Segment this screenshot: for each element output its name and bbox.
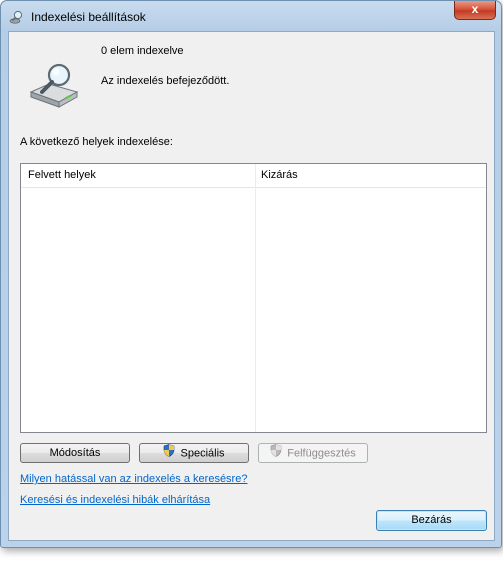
close-button-label: Bezárás <box>411 514 452 526</box>
uac-shield-icon <box>270 444 282 463</box>
indexing-drive-icon <box>27 62 81 110</box>
column-header-included-locations[interactable]: Felvett helyek <box>28 169 96 181</box>
close-icon: x <box>471 2 479 16</box>
column-divider <box>255 164 256 432</box>
window-title: Indexelési beállítások <box>31 10 146 24</box>
indexed-locations-list[interactable]: Felvett helyek Kizárás <box>20 163 487 433</box>
magnifier-drive-icon <box>9 9 25 25</box>
title-bar[interactable]: Indexelési beállítások x <box>1 1 501 31</box>
pause-button[interactable]: Felfüggesztés <box>258 443 368 463</box>
locations-label: A következő helyek indexelése: <box>20 136 173 148</box>
column-header-exclude[interactable]: Kizárás <box>261 169 298 181</box>
advanced-button[interactable]: Speciális <box>139 443 249 463</box>
close-button[interactable]: Bezárás <box>376 510 487 531</box>
indexing-effect-link[interactable]: Milyen hatással van az indexelés a keres… <box>20 473 247 485</box>
dialog-body: 0 elem indexelve Az indexelés befejeződö… <box>8 31 495 541</box>
modify-button-label: Módosítás <box>49 447 101 459</box>
modify-button[interactable]: Módosítás <box>20 443 130 463</box>
indexing-status-message: Az indexelés befejeződött. <box>101 75 230 87</box>
list-header: Felvett helyek Kizárás <box>21 164 486 188</box>
uac-shield-icon <box>163 444 175 463</box>
pause-button-label: Felfüggesztés <box>287 447 356 460</box>
troubleshoot-link[interactable]: Keresési és indexelési hibák elhárítása <box>20 494 210 506</box>
window-close-button[interactable]: x <box>454 1 496 20</box>
indexed-items-count: 0 elem indexelve <box>101 45 184 57</box>
indexing-options-window: Indexelési beállítások x 0 elem indexelv… <box>0 0 502 548</box>
advanced-button-label: Speciális <box>180 447 225 460</box>
